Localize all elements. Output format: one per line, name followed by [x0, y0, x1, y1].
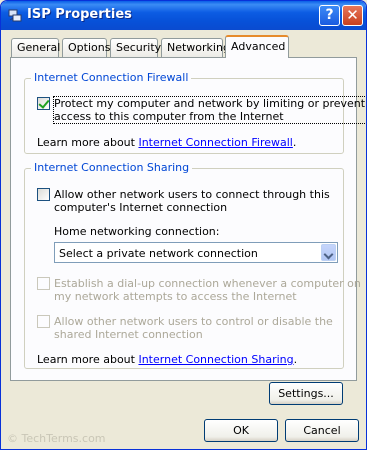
tab-general[interactable]: General — [11, 38, 60, 57]
ok-button[interactable]: OK — [204, 419, 278, 442]
sharing-learn-more-text: Learn more about Internet Connection Sha… — [37, 353, 298, 366]
network-connection-icon — [8, 9, 22, 22]
sharing-learn-more-link[interactable]: Internet Connection Sharing — [138, 353, 293, 366]
allow-control-checkbox[interactable] — [37, 315, 50, 328]
home-networking-label: Home networking connection: — [54, 225, 220, 238]
chevron-down-icon[interactable] — [321, 244, 336, 261]
dialup-checkbox[interactable] — [37, 277, 50, 290]
tab-networking[interactable]: Networking — [161, 38, 230, 57]
allow-connect-label[interactable]: Allow other network users to connect thr… — [54, 188, 330, 214]
settings-button[interactable]: Settings... — [269, 382, 343, 405]
close-button[interactable]: ✕ — [342, 5, 363, 26]
window-title: ISP Properties — [27, 7, 132, 22]
firewall-learn-more-link[interactable]: Internet Connection Firewall — [138, 136, 292, 149]
advanced-tab-panel: Internet Connection Firewall Protect my … — [10, 57, 366, 381]
home-networking-select[interactable]: Select a private network connection — [54, 242, 338, 263]
title-bar[interactable]: ISP Properties ? ✕ — [1, 1, 366, 30]
tab-advanced[interactable]: Advanced — [225, 35, 289, 58]
firewall-learn-more-text: Learn more about Internet Connection Fir… — [37, 136, 297, 149]
firewall-group-legend: Internet Connection Firewall — [31, 71, 192, 84]
tab-strip: General Options Security Networking Adva… — [1, 34, 366, 58]
isp-properties-window: ISP Properties ? ✕ General Options Secur… — [0, 0, 367, 450]
protect-checkbox[interactable] — [37, 97, 50, 110]
dialup-label[interactable]: Establish a dial-up connection whenever … — [54, 277, 361, 303]
sharing-group-legend: Internet Connection Sharing — [31, 161, 193, 174]
home-networking-value: Select a private network connection — [59, 247, 258, 260]
help-button[interactable]: ? — [319, 5, 340, 26]
allow-connect-checkbox[interactable] — [37, 188, 50, 201]
cancel-button[interactable]: Cancel — [285, 419, 359, 442]
watermark: © TechTerms.com — [7, 432, 106, 445]
protect-label[interactable]: Protect my computer and network by limit… — [52, 96, 366, 124]
tab-options[interactable]: Options — [62, 38, 110, 57]
tab-security[interactable]: Security — [110, 38, 161, 57]
allow-control-label[interactable]: Allow other network users to control or … — [54, 315, 333, 341]
